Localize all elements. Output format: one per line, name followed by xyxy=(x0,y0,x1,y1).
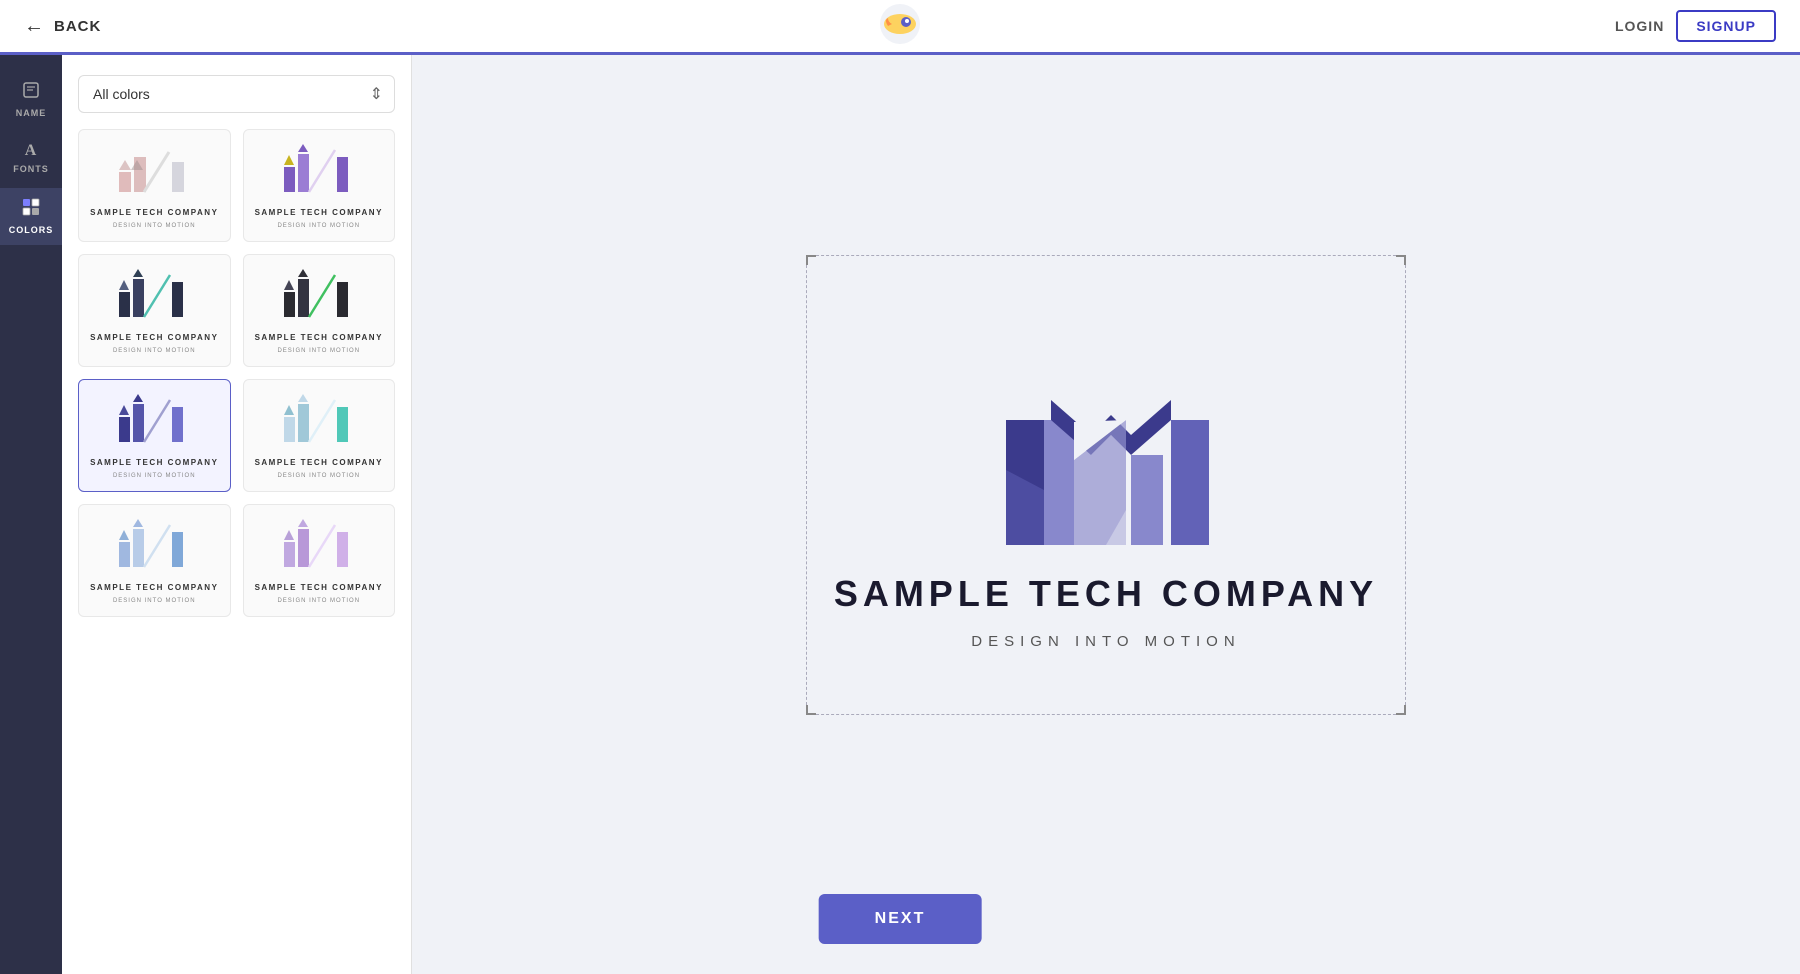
logo-card-3-tagline: DESIGN INTO MOTION xyxy=(113,348,196,354)
logo-grid: SAMPLE TECH COMPANY DESIGN INTO MOTION S… xyxy=(78,129,395,617)
logo-card-5[interactable]: SAMPLE TECH COMPANY DESIGN INTO MOTION xyxy=(78,379,231,492)
logo-card-6[interactable]: SAMPLE TECH COMPANY DESIGN INTO MOTION xyxy=(243,379,396,492)
colors-icon xyxy=(22,198,40,221)
mini-logo-svg-7 xyxy=(114,517,194,577)
logo-card-7-tagline: DESIGN INTO MOTION xyxy=(113,598,196,604)
logo-card-2-tagline: DESIGN INTO MOTION xyxy=(277,223,360,229)
signup-button[interactable]: SIGNUP xyxy=(1676,10,1776,42)
mini-logo-svg-6 xyxy=(279,392,359,452)
logo-card-1[interactable]: SAMPLE TECH COMPANY DESIGN INTO MOTION xyxy=(78,129,231,242)
sidebar-item-colors[interactable]: COLORS xyxy=(0,188,62,245)
back-arrow-icon[interactable]: ← xyxy=(24,15,44,38)
logo-card-5-tagline: DESIGN INTO MOTION xyxy=(113,473,196,479)
brand-logo-icon xyxy=(878,2,922,46)
mini-logo-svg-2 xyxy=(279,142,359,202)
sidebar-name-label: NAME xyxy=(16,108,47,118)
main-layout: NAME A FONTS COLORS All colors Monochrom… xyxy=(0,0,1800,974)
back-button[interactable]: BACK xyxy=(54,18,101,35)
logo-card-1-name: SAMPLE TECH COMPANY xyxy=(90,208,218,217)
topbar-logo xyxy=(878,2,922,51)
color-filter-select[interactable]: All colors Monochrome Colorful Pastel Da… xyxy=(78,75,395,113)
main-preview: SAMPLE TECH COMPANY DESIGN INTO MOTION xyxy=(412,55,1800,974)
mini-logo-svg-5 xyxy=(114,392,194,452)
logo-card-6-tagline: DESIGN INTO MOTION xyxy=(277,473,360,479)
sidebar-fonts-label: FONTS xyxy=(13,164,49,174)
logo-card-6-name: SAMPLE TECH COMPANY xyxy=(255,458,383,467)
logo-card-4[interactable]: SAMPLE TECH COMPANY DESIGN INTO MOTION xyxy=(243,254,396,367)
fonts-icon: A xyxy=(25,142,38,160)
logo-card-4-tagline: DESIGN INTO MOTION xyxy=(277,348,360,354)
preview-tagline: DESIGN INTO MOTION xyxy=(971,633,1240,650)
next-button[interactable]: NEXT xyxy=(819,894,982,944)
logo-card-7[interactable]: SAMPLE TECH COMPANY DESIGN INTO MOTION xyxy=(78,504,231,617)
sidebar-colors-label: COLORS xyxy=(9,225,54,235)
mini-logo-svg-8 xyxy=(279,517,359,577)
logo-card-1-tagline: DESIGN INTO MOTION xyxy=(113,223,196,229)
login-button[interactable]: LOGIN xyxy=(1615,18,1664,34)
sidebar-item-fonts[interactable]: A FONTS xyxy=(0,132,62,184)
sidebar: NAME A FONTS COLORS xyxy=(0,55,62,974)
left-panel: All colors Monochrome Colorful Pastel Da… xyxy=(62,55,412,974)
topbar-right: LOGIN SIGNUP xyxy=(1615,10,1776,42)
preview-company-name: SAMPLE TECH COMPANY xyxy=(834,573,1378,615)
guide-corner-bl xyxy=(806,705,816,715)
logo-card-4-name: SAMPLE TECH COMPANY xyxy=(255,333,383,342)
guide-corner-tr xyxy=(1396,255,1406,265)
topbar: ← BACK LOGIN SIGNUP xyxy=(0,0,1800,55)
logo-card-2[interactable]: SAMPLE TECH COMPANY DESIGN INTO MOTION xyxy=(243,129,396,242)
logo-card-5-name: SAMPLE TECH COMPANY xyxy=(90,458,218,467)
name-icon xyxy=(22,81,40,104)
mini-logo-svg-1 xyxy=(114,142,194,202)
logo-card-8-name: SAMPLE TECH COMPANY xyxy=(255,583,383,592)
logo-card-3[interactable]: SAMPLE TECH COMPANY DESIGN INTO MOTION xyxy=(78,254,231,367)
logo-card-8[interactable]: SAMPLE TECH COMPANY DESIGN INTO MOTION xyxy=(243,504,396,617)
mini-logo-svg-3 xyxy=(114,267,194,327)
sidebar-item-name[interactable]: NAME xyxy=(0,71,62,128)
color-filter-wrap: All colors Monochrome Colorful Pastel Da… xyxy=(78,75,395,113)
topbar-left: ← BACK xyxy=(24,15,101,38)
preview-canvas: SAMPLE TECH COMPANY DESIGN INTO MOTION xyxy=(786,235,1426,795)
preview-logo: SAMPLE TECH COMPANY DESIGN INTO MOTION xyxy=(834,380,1378,650)
logo-card-7-name: SAMPLE TECH COMPANY xyxy=(90,583,218,592)
guide-corner-br xyxy=(1396,705,1406,715)
logo-card-3-name: SAMPLE TECH COMPANY xyxy=(90,333,218,342)
preview-logo-svg xyxy=(996,380,1216,555)
guide-corner-tl xyxy=(806,255,816,265)
mini-logo-svg-4 xyxy=(279,267,359,327)
logo-card-2-name: SAMPLE TECH COMPANY xyxy=(255,208,383,217)
next-button-wrap: NEXT xyxy=(819,894,982,944)
logo-card-8-tagline: DESIGN INTO MOTION xyxy=(277,598,360,604)
